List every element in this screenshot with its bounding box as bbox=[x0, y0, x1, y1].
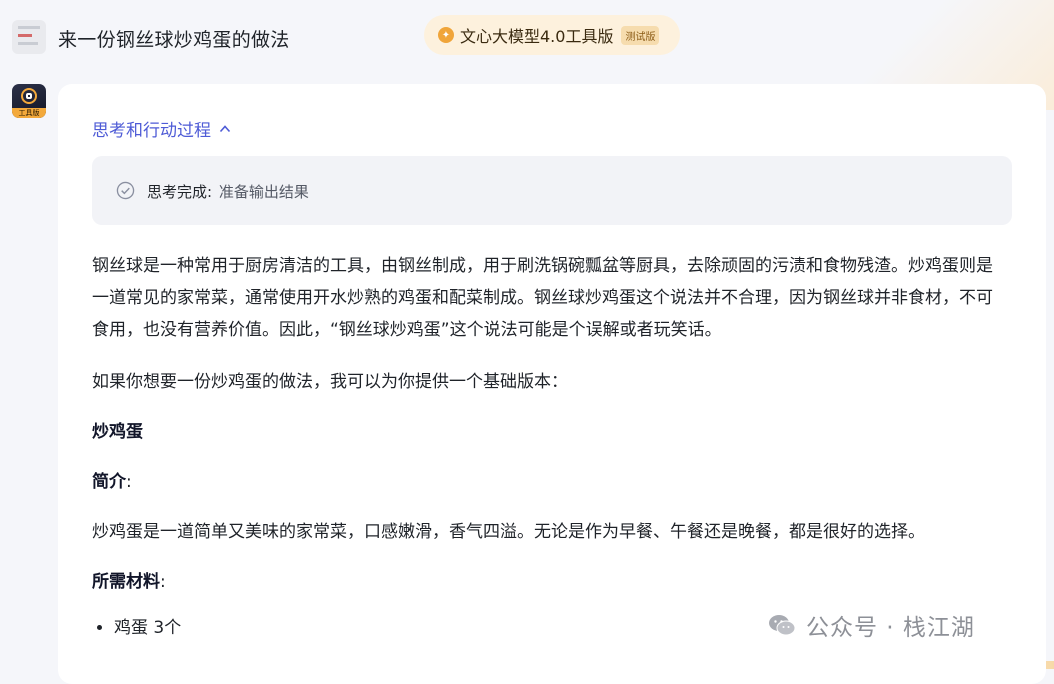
paragraph-offer: 如果你想要一份炒鸡蛋的做法，我可以为你提供一个基础版本： bbox=[92, 372, 568, 392]
response-content: 钢丝球是一种常用于厨房清洁的工具，由钢丝制成，用于刷洗锅碗瓢盆等厨具，去除顽固的… bbox=[92, 250, 1006, 644]
paragraph-explanation: 钢丝球是一种常用于厨房清洁的工具，由钢丝制成，用于刷洗锅碗瓢盆等厨具，去除顽固的… bbox=[92, 256, 993, 340]
process-panel: 思考完成: 准备输出结果 bbox=[92, 156, 1012, 225]
process-toggle-label: 思考和行动过程 bbox=[92, 121, 211, 141]
user-question: 来一份钢丝球炒鸡蛋的做法 bbox=[58, 29, 290, 51]
paragraph-intro: 炒鸡蛋是一道简单又美味的家常菜，口感嫩滑，香气四溢。无论是作为早餐、午餐还是晚餐… bbox=[92, 522, 925, 542]
chevron-up-icon bbox=[219, 124, 231, 132]
dish-title: 炒鸡蛋 bbox=[92, 422, 143, 442]
watermark-text: 公众号 · 栈江湖 bbox=[806, 615, 975, 641]
materials-heading: 所需材料 bbox=[92, 572, 160, 592]
test-version-tag: 测试版 bbox=[621, 25, 660, 45]
response-card: 思考和行动过程 思考完成: 准备输出结果 钢丝球是一种常用于厨房清洁的工具，由钢… bbox=[58, 84, 1046, 684]
wechat-icon bbox=[769, 615, 796, 636]
chat-header: 来一份钢丝球炒鸡蛋的做法 ✦ 文心大模型4.0工具版 测试版 bbox=[0, 0, 1054, 76]
bot-logo-icon bbox=[21, 88, 37, 104]
materials-heading-line: 所需材料: bbox=[92, 566, 1006, 598]
bot-avatar-tag: 工具版 bbox=[12, 108, 46, 118]
model-badge[interactable]: ✦ 文心大模型4.0工具版 测试版 bbox=[424, 15, 680, 55]
model-logo-icon: ✦ bbox=[438, 27, 454, 43]
intro-colon: : bbox=[126, 472, 132, 492]
process-status-text: 准备输出结果 bbox=[218, 183, 309, 201]
materials-colon: : bbox=[160, 572, 166, 592]
process-toggle-button[interactable]: 思考和行动过程 bbox=[92, 116, 231, 141]
intro-heading: 简介 bbox=[92, 472, 126, 492]
check-circle-icon bbox=[116, 181, 135, 200]
model-name: 文心大模型4.0工具版 bbox=[460, 27, 614, 46]
watermark: 公众号 · 栈江湖 bbox=[768, 608, 975, 642]
process-done-label: 思考完成: bbox=[147, 183, 213, 201]
process-status-line: 思考完成: 准备输出结果 bbox=[147, 181, 309, 202]
bot-avatar: 工具版 bbox=[12, 84, 46, 118]
intro-heading-line: 简介: bbox=[92, 466, 1006, 498]
user-avatar bbox=[12, 20, 46, 54]
